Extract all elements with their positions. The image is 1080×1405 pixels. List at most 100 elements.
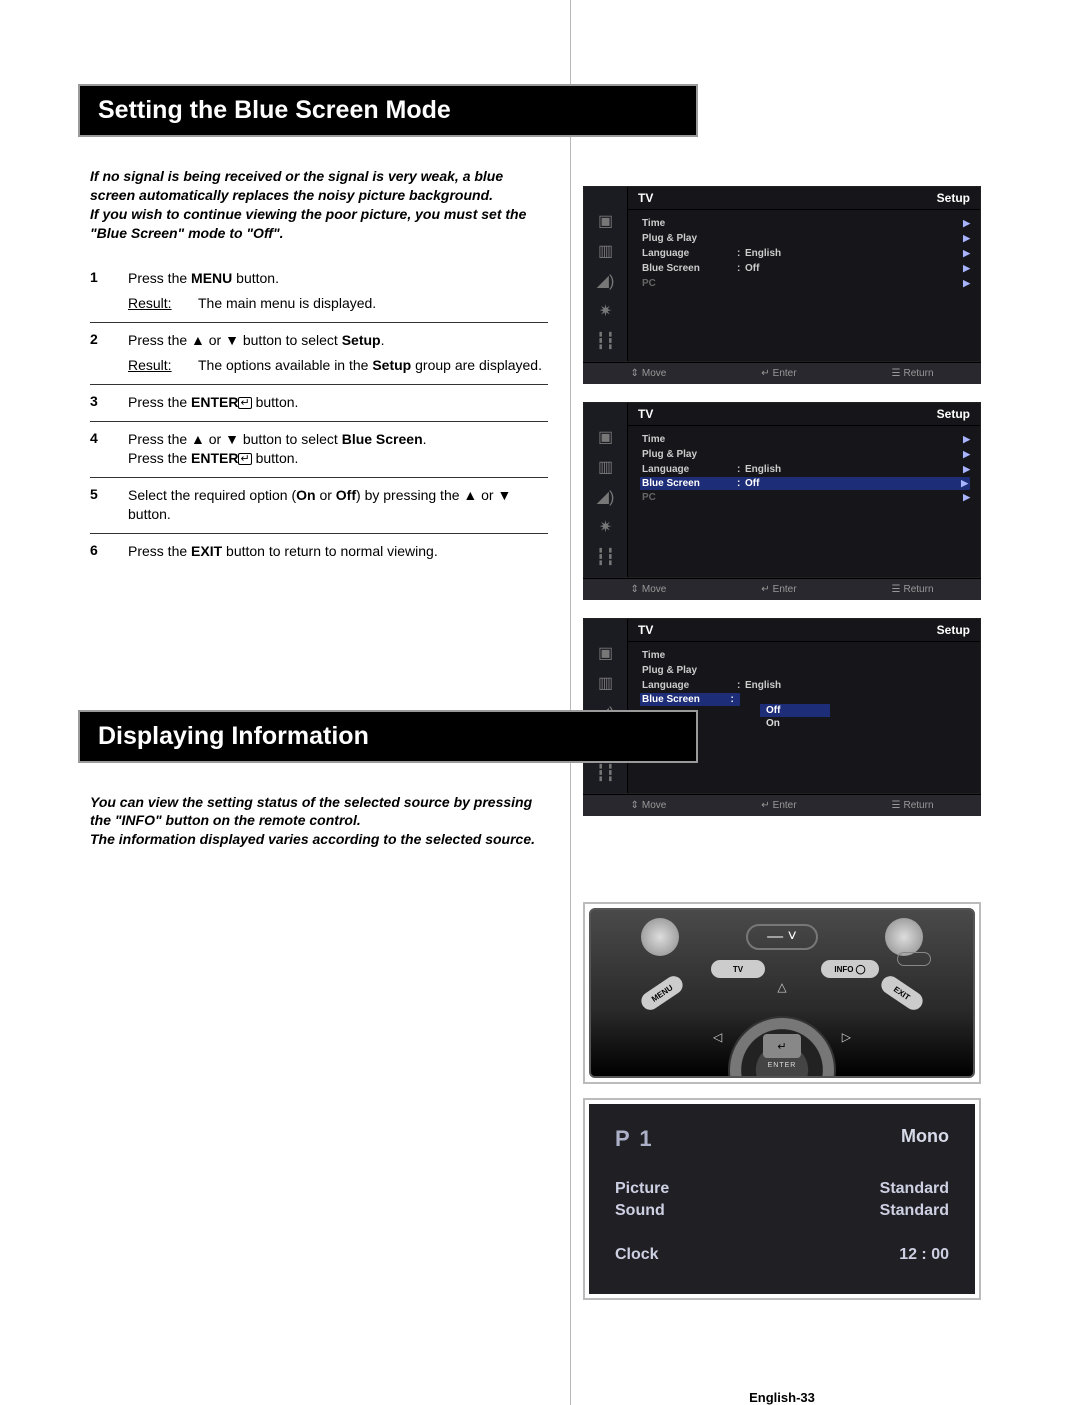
equalizer-icon: ┇┇	[584, 763, 627, 783]
osd-item-time: Time	[642, 650, 737, 661]
chevron-right-icon: ▶	[963, 434, 970, 445]
info-clock-value: 12 : 00	[899, 1246, 949, 1264]
equalizer-icon: ┇┇	[584, 547, 627, 567]
osd-footer: Move Enter Return	[583, 578, 981, 600]
step-text: button.	[252, 394, 299, 410]
osd-item-blue-screen: Blue Screen	[642, 478, 737, 489]
channel-icon: ◢)	[584, 487, 627, 507]
osd-option-on: On	[760, 717, 830, 730]
osd-setup-1: ▣ ▥ ◢) ✷ ┇┇ TV Setup Time▶ Plug & Play▶ …	[583, 186, 981, 384]
osd-hint-enter: Enter	[761, 800, 796, 811]
channel-icon: ◢)	[584, 271, 627, 291]
section-title-text: Setting the Blue Screen Mode	[98, 96, 678, 125]
result-body: The main menu is displayed.	[198, 294, 548, 314]
osd-hint-enter: Enter	[761, 368, 796, 379]
sound-icon: ▥	[584, 241, 627, 261]
osd-hint-return: Return	[892, 368, 934, 379]
section-title-blue-screen: Setting the Blue Screen Mode	[78, 84, 698, 137]
setup-icon: ✷	[584, 517, 627, 537]
osd-hint-move: Move	[630, 584, 666, 595]
remote-tv-button: TV	[711, 960, 765, 978]
step-5: 5 Select the required option (On or Off)…	[90, 478, 548, 534]
step-1: 1 Press the MENU button. Result: The mai…	[90, 261, 548, 323]
section-title-text: Displaying Information	[98, 722, 678, 751]
step-number: 4	[90, 430, 128, 469]
chevron-right-icon: ▶	[963, 278, 970, 289]
result-label: Result:	[128, 356, 188, 376]
osd-item-time: Time	[642, 218, 737, 229]
step-bold: EXIT	[191, 543, 222, 559]
osd-item-language: Language	[642, 464, 737, 475]
remote-exit-button: EXIT	[878, 973, 926, 1014]
step-6: 6 Press the EXIT button to return to nor…	[90, 534, 548, 570]
step-text: Press the	[128, 394, 191, 410]
info-program: P 1	[615, 1126, 654, 1152]
step-number: 5	[90, 486, 128, 525]
dpad-up-icon: △	[777, 980, 786, 994]
step-number: 6	[90, 542, 128, 562]
dpad-right-icon: ▷	[842, 1030, 851, 1044]
step-number: 2	[90, 331, 128, 376]
picture-icon: ▣	[584, 643, 627, 663]
osd-hint-return: Return	[892, 800, 934, 811]
result-body: The options available in the Setup group…	[198, 356, 548, 376]
osd-mode: TV	[638, 407, 653, 421]
section-title-displaying-info: Displaying Information	[78, 710, 698, 763]
info-sound-label: Sound	[615, 1202, 665, 1220]
step-bold: Setup	[342, 332, 381, 348]
sound-icon: ▥	[584, 673, 627, 693]
dpad-left-icon: ◁	[713, 1030, 722, 1044]
step-text: Press the	[128, 450, 191, 466]
step-text: button to return to normal viewing.	[222, 543, 438, 559]
osd-item-language-value: English	[745, 464, 815, 475]
info-display: P 1 Mono Picture Standard Sound Standard…	[583, 1098, 981, 1300]
osd-item-plug-play: Plug & Play	[642, 665, 737, 676]
chevron-right-icon: ▶	[963, 449, 970, 460]
remote-menu-button: MENU	[638, 973, 686, 1014]
osd-item-plug-play: Plug & Play	[642, 233, 737, 244]
step-text: Select the required option (	[128, 487, 296, 503]
intro-displaying-info: You can view the setting status of the s…	[90, 793, 548, 850]
remote-info-button: INFO	[821, 960, 879, 978]
osd-item-blue-screen-value: Off	[745, 263, 815, 274]
step-text: button.	[232, 270, 279, 286]
osd-item-language: Language	[642, 680, 737, 691]
step-number: 1	[90, 269, 128, 314]
step-3: 3 Press the ENTER↵ button.	[90, 385, 548, 422]
osd-item-pc: PC	[642, 278, 737, 289]
info-picture-value: Standard	[880, 1180, 949, 1198]
osd-icon-column: ▣ ▥ ◢) ✷ ┇┇	[584, 187, 628, 361]
picture-icon: ▣	[584, 427, 627, 447]
osd-hint-enter: Enter	[761, 584, 796, 595]
chevron-right-icon: ▶	[963, 263, 970, 274]
picture-icon: ▣	[584, 211, 627, 231]
osd-section: Setup	[937, 623, 970, 637]
osd-hint-move: Move	[630, 368, 666, 379]
osd-mode: TV	[638, 623, 653, 637]
remote-enter-label: ENTER	[768, 1062, 797, 1069]
osd-footer: Move Enter Return	[583, 362, 981, 384]
osd-section: Setup	[937, 407, 970, 421]
equalizer-icon: ┇┇	[584, 331, 627, 351]
steps-list: 1 Press the MENU button. Result: The mai…	[90, 261, 548, 570]
step-2: 2 Press the ▲ or ▼ button to select Setu…	[90, 323, 548, 385]
osd-item-pc: PC	[642, 492, 737, 503]
step-text: .	[423, 431, 427, 447]
step-text: Press the ▲ or ▼ button to select	[128, 332, 342, 348]
osd-footer: Move Enter Return	[583, 794, 981, 816]
step-number: 3	[90, 393, 128, 413]
remote-power-bar: — ˅	[746, 924, 818, 950]
chevron-right-icon: ▶	[963, 248, 970, 259]
info-sound-value: Standard	[880, 1202, 949, 1220]
step-bold: ENTER	[191, 394, 238, 410]
osd-dropdown: Off On	[760, 704, 830, 730]
step-bold: MENU	[191, 270, 232, 286]
result-label: Result:	[128, 294, 188, 314]
osd-section: Setup	[937, 191, 970, 205]
step-bold: On	[296, 487, 315, 503]
enter-icon: ↵	[238, 453, 251, 465]
remote-wheel-right	[885, 918, 923, 956]
osd-item-language-value: English	[745, 680, 815, 691]
osd-hint-move: Move	[630, 800, 666, 811]
osd-hint-return: Return	[892, 584, 934, 595]
